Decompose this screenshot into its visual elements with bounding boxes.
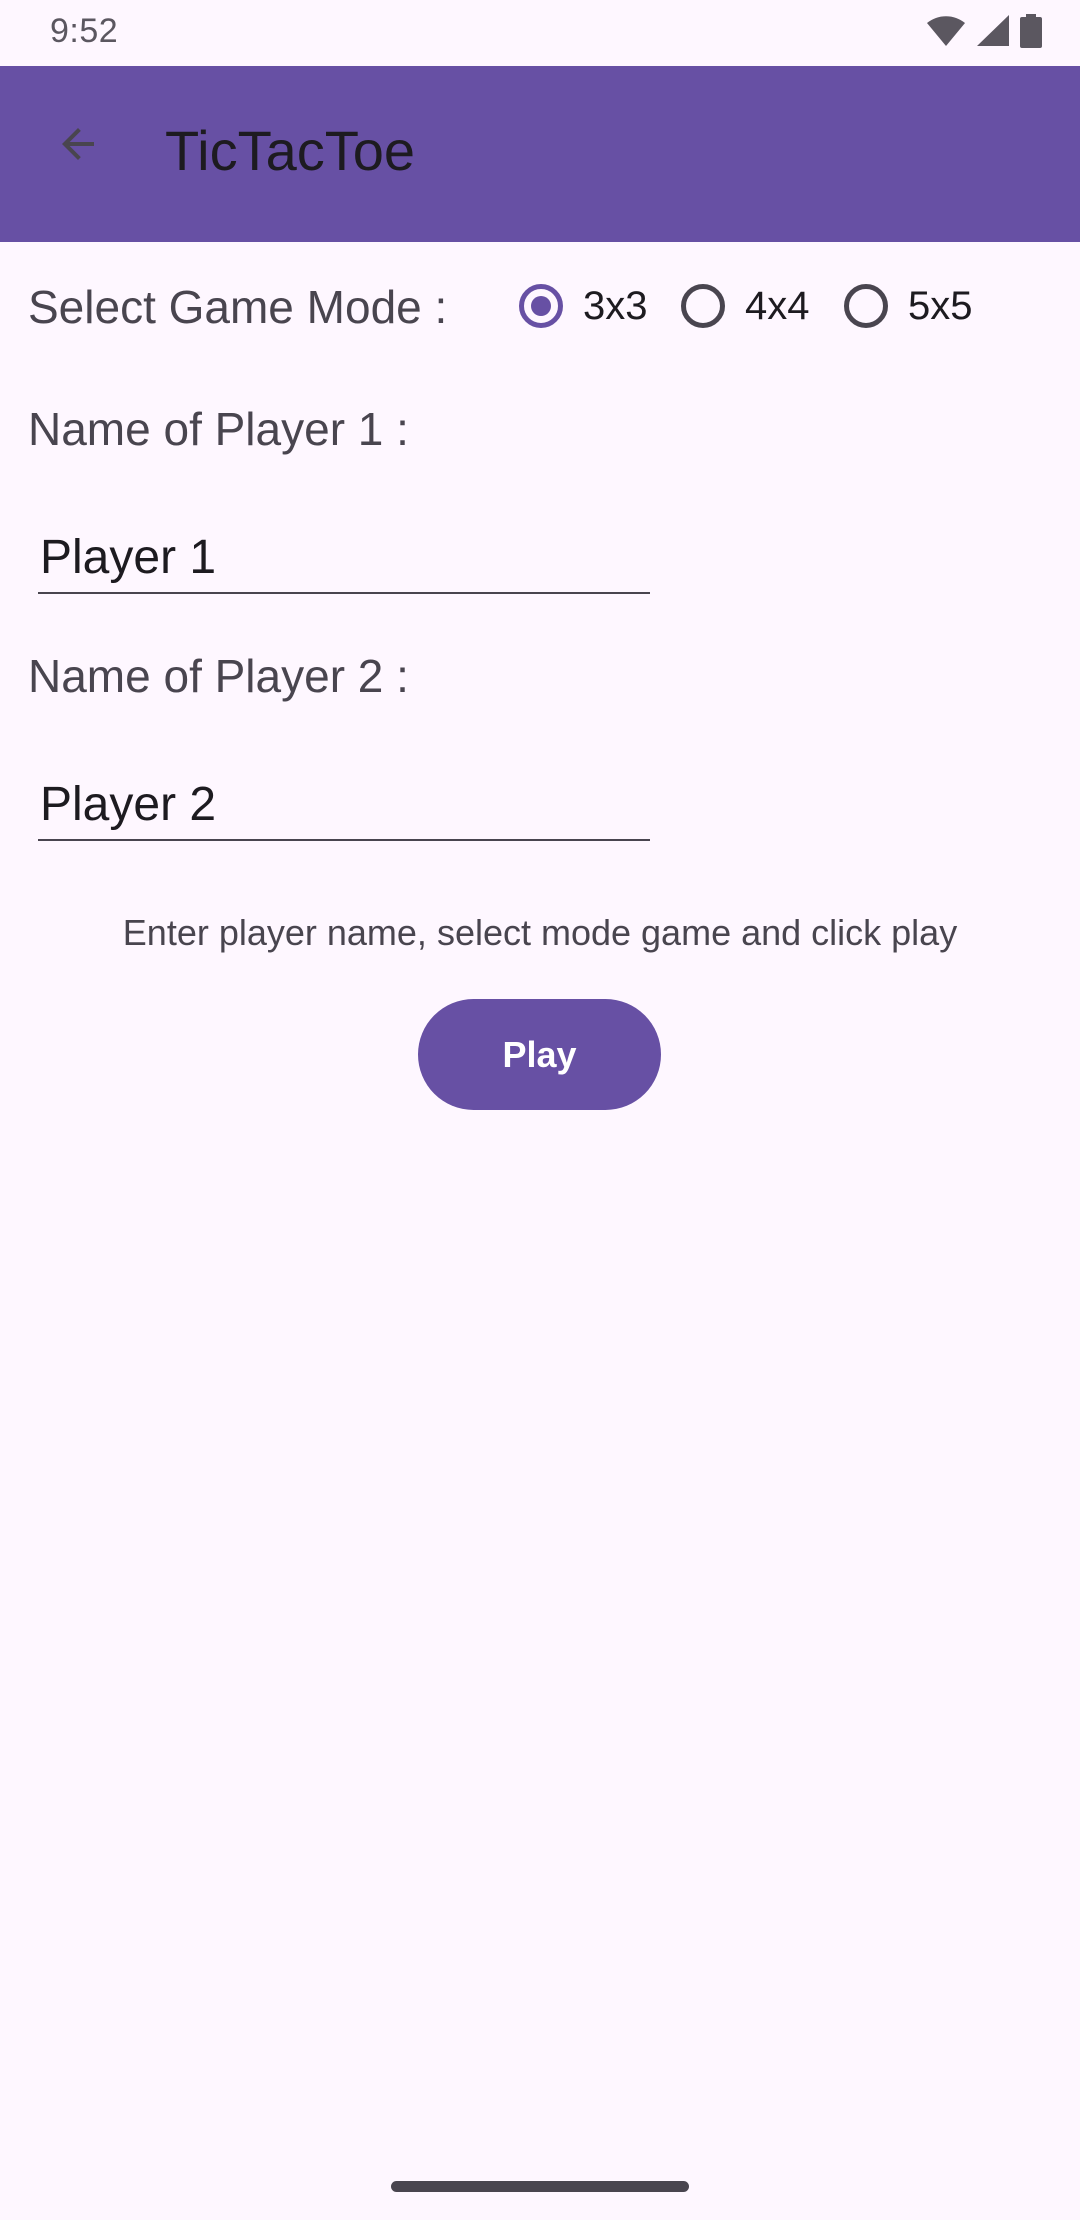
player2-name-input[interactable]	[38, 769, 650, 841]
radio-5x5[interactable]: 5x5	[844, 278, 973, 334]
radio-unchecked-icon	[844, 284, 888, 328]
play-button[interactable]: Play	[418, 999, 661, 1110]
app-title: TicTacToe	[165, 119, 416, 182]
radio-checked-icon	[519, 284, 563, 328]
instruction-text: Enter player name, select mode game and …	[122, 912, 958, 953]
radio-5x5-label: 5x5	[908, 283, 973, 328]
status-icons	[926, 13, 1042, 53]
battery-icon	[1020, 13, 1042, 53]
arrow-back-icon	[54, 120, 102, 173]
app-bar: TicTacToe	[0, 66, 1080, 242]
player1-label: Name of Player 1 :	[28, 403, 409, 455]
radio-unchecked-icon	[681, 284, 725, 328]
radio-3x3-label: 3x3	[583, 283, 648, 328]
status-bar: 9:52	[0, 0, 1080, 66]
player2-label: Name of Player 2 :	[28, 650, 409, 702]
radio-3x3[interactable]: 3x3	[519, 278, 648, 334]
radio-4x4[interactable]: 4x4	[681, 278, 810, 334]
cellular-signal-icon	[976, 14, 1010, 52]
home-indicator[interactable]	[391, 2181, 689, 2192]
player1-name-input[interactable]	[38, 522, 650, 594]
back-button[interactable]	[38, 106, 118, 186]
status-time: 9:52	[50, 12, 119, 50]
radio-4x4-label: 4x4	[745, 283, 810, 328]
wifi-icon	[926, 15, 966, 52]
game-mode-label: Select Game Mode :	[28, 281, 448, 333]
game-mode-group: Select Game Mode : 3x3 4x4 5x5	[0, 270, 1080, 340]
